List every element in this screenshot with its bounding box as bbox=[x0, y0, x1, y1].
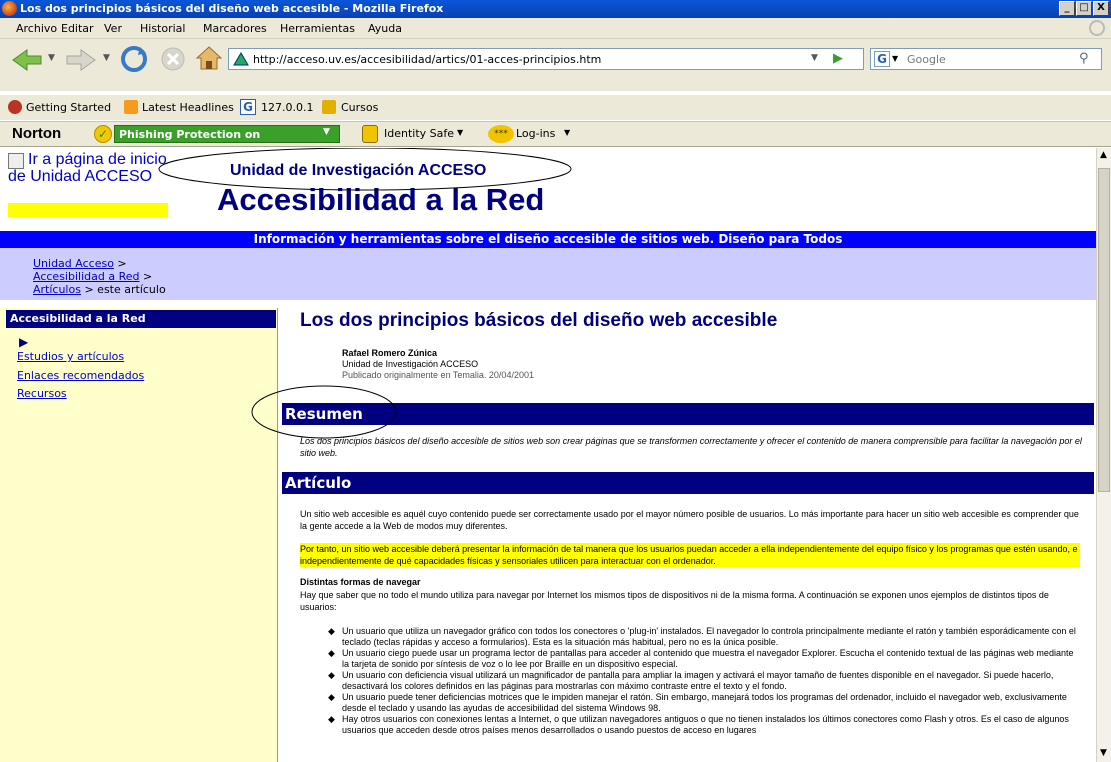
breadcrumb-articulos[interactable]: Artículos bbox=[33, 283, 81, 296]
sidebar-link-recursos[interactable]: Recursos bbox=[17, 387, 67, 400]
summary-text: Los dos principios básicos del diseño ac… bbox=[300, 436, 1082, 458]
list-item: ◆ Hay otros usuarios con conexiones lenta… bbox=[328, 714, 1069, 735]
list-item: ◆ Un usuario puede tener deficiencias mot… bbox=[328, 692, 1067, 713]
article-paragraph-highlighted: Por tanto, un sitio web accesible deberá… bbox=[300, 543, 1080, 567]
breadcrumb-accesibilidad[interactable]: Accesibilidad a Red bbox=[33, 270, 139, 283]
vertical-scrollbar[interactable]: ▲ ▼ bbox=[1096, 148, 1111, 762]
window-title: Los dos principios básicos del diseño we… bbox=[20, 2, 444, 15]
log-ins-button[interactable]: Log-ins bbox=[516, 127, 555, 140]
logo-yellow-strip bbox=[8, 203, 168, 217]
article-title: Los dos principios básicos del diseño we… bbox=[300, 310, 778, 331]
phishing-protection-toggle[interactable]: Phishing Protection on ▼ bbox=[114, 125, 340, 143]
search-engine-google-icon[interactable]: G bbox=[874, 51, 890, 67]
identity-safe-button[interactable]: Identity Safe bbox=[384, 127, 454, 140]
menu-bar: Archivo Editar Ver Historial Marcadores … bbox=[0, 18, 1111, 39]
url-bar[interactable]: http://acceso.uv.es/accesibilidad/artics… bbox=[228, 48, 864, 70]
back-history-dropdown-icon[interactable]: ▼ bbox=[48, 53, 55, 63]
article-affiliation: Unidad de Investigación ACCESO bbox=[342, 359, 479, 369]
log-ins-dropdown-icon[interactable]: ▼ bbox=[564, 128, 570, 137]
bookmarks-toolbar: Getting Started Latest Headlines G 127.0… bbox=[0, 94, 1111, 120]
article-subheading: Distintas formas de navegar bbox=[300, 577, 421, 587]
sidebar-link-enlaces[interactable]: Enlaces recomendados bbox=[17, 369, 144, 382]
menu-marcadores[interactable]: Marcadores bbox=[203, 22, 267, 35]
menu-historial[interactable]: Historial bbox=[140, 22, 185, 35]
page-viewport: Ir a página de inicio de Unidad ACCESO U… bbox=[0, 148, 1096, 762]
go-button[interactable]: ▶ bbox=[833, 51, 843, 66]
annotation-ellipse bbox=[158, 148, 572, 191]
scrollbar-thumb[interactable] bbox=[1098, 168, 1110, 492]
tagline-band: Información y herramientas sobre el dise… bbox=[0, 231, 1096, 248]
activity-throbber-icon bbox=[1089, 20, 1105, 36]
menu-ayuda[interactable]: Ayuda bbox=[368, 22, 402, 35]
list-item: ◆ Un usuario que utiliza un navegador grá… bbox=[328, 626, 1076, 647]
bookmark-cursos[interactable]: Cursos bbox=[341, 101, 378, 114]
summary-heading: Resumen bbox=[282, 403, 1094, 425]
norton-logo: Norton bbox=[12, 125, 62, 142]
firefox-icon bbox=[2, 1, 17, 16]
maximize-button[interactable]: □ bbox=[1076, 1, 1092, 16]
scroll-down-icon[interactable]: ▼ bbox=[1100, 748, 1107, 758]
stop-icon[interactable] bbox=[160, 46, 186, 72]
scroll-up-icon[interactable]: ▲ bbox=[1100, 150, 1107, 160]
url-text[interactable]: http://acceso.uv.es/accesibilidad/artics… bbox=[253, 53, 601, 66]
home-logo-link[interactable]: Ir a página de inicio de Unidad ACCESO bbox=[8, 151, 168, 217]
search-input[interactable]: Google bbox=[907, 53, 946, 66]
breadcrumb-current: este artículo bbox=[97, 283, 166, 296]
menu-ver[interactable]: Ver bbox=[104, 22, 122, 35]
bookmark-localhost[interactable]: 127.0.0.1 bbox=[261, 101, 313, 114]
url-dropdown-icon[interactable]: ▼ bbox=[811, 53, 818, 63]
back-button[interactable] bbox=[10, 47, 44, 73]
identity-dropdown-icon[interactable]: ▼ bbox=[457, 128, 463, 137]
lock-icon bbox=[362, 125, 378, 143]
cursos-bookmark-icon bbox=[322, 100, 336, 114]
site-favicon-icon bbox=[233, 52, 249, 66]
rss-feed-icon bbox=[124, 100, 138, 114]
bookmark-getting-started[interactable]: Getting Started bbox=[26, 101, 111, 114]
google-bookmark-icon: G bbox=[240, 99, 256, 115]
forward-button[interactable] bbox=[64, 47, 98, 73]
breadcrumb-unidad-acceso[interactable]: Unidad Acceso bbox=[33, 257, 114, 270]
list-item: ◆ Un usuario ciego puede usar un programa… bbox=[328, 648, 1074, 669]
article-heading: Artículo bbox=[282, 472, 1094, 494]
article-author: Rafael Romero Zúnica bbox=[342, 348, 438, 358]
menu-archivo[interactable]: Archivo bbox=[16, 22, 57, 35]
search-engine-dropdown-icon[interactable]: ▼ bbox=[892, 54, 898, 63]
article-paragraph-1: Un sitio web accesible es aquél cuyo con… bbox=[300, 509, 1079, 531]
bookmark-latest-headlines[interactable]: Latest Headlines bbox=[142, 101, 234, 114]
checkmark-icon: ✓ bbox=[94, 125, 112, 143]
annotation-ellipse-summary bbox=[251, 385, 397, 439]
user-types-list: ◆ Un usuario que utiliza un navegador grá… bbox=[326, 626, 1082, 736]
getting-started-icon bbox=[8, 100, 22, 114]
norton-toolbar: Norton ✓ Phishing Protection on ▼ Identi… bbox=[0, 121, 1111, 147]
sidebar-link-estudios[interactable]: Estudios y artículos bbox=[17, 350, 124, 363]
list-item: ◆ Un usuario con deficiencia visual utili… bbox=[328, 670, 1054, 691]
current-section-arrow-icon: ▶ bbox=[19, 335, 29, 349]
menu-herramientas[interactable]: Herramientas bbox=[280, 22, 355, 35]
search-magnifier-icon[interactable]: ⚲ bbox=[1079, 51, 1089, 66]
password-key-icon: *** bbox=[488, 125, 514, 143]
phishing-protection-label: Phishing Protection on bbox=[119, 128, 261, 141]
sidebar: Accesibilidad a la Red ▶ Estudios y artí… bbox=[0, 308, 278, 762]
search-box[interactable]: G ▼ Google ⚲ bbox=[870, 48, 1102, 70]
phishing-dropdown-icon[interactable]: ▼ bbox=[323, 127, 330, 137]
article-paragraph-3: Hay que saber que no todo el mundo utili… bbox=[300, 590, 1049, 612]
close-button[interactable]: X bbox=[1093, 1, 1109, 16]
home-icon[interactable] bbox=[195, 45, 223, 71]
home-logo-alt-text: Ir a página de inicio de Unidad ACCESO bbox=[8, 151, 167, 185]
reload-icon[interactable] bbox=[120, 45, 148, 73]
sidebar-heading: Accesibilidad a la Red bbox=[6, 310, 276, 328]
window-titlebar: Los dos principios básicos del diseño we… bbox=[0, 0, 1111, 18]
forward-history-dropdown-icon[interactable]: ▼ bbox=[103, 53, 110, 63]
article-published: Publicado originalmente en Temalia. 20/0… bbox=[342, 370, 534, 380]
breadcrumb: Unidad Acceso > Accesibilidad a Red > Ar… bbox=[0, 248, 1096, 300]
menu-editar[interactable]: Editar bbox=[61, 22, 94, 35]
minimize-button[interactable]: _ bbox=[1059, 1, 1075, 16]
